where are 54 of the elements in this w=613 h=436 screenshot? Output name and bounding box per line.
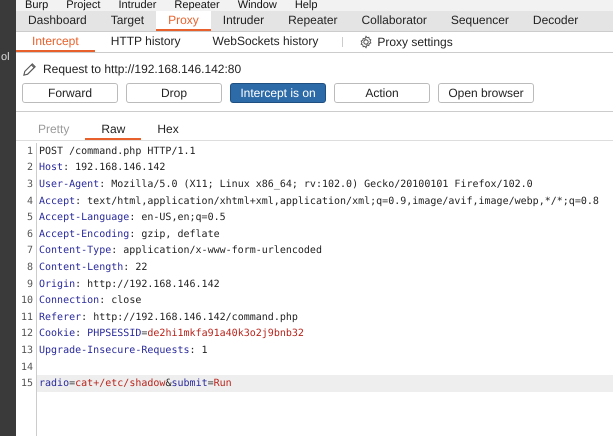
line-number: 6 — [16, 226, 37, 243]
code-line: Referer: http://192.168.146.142/command.php — [38, 310, 299, 325]
code-line: POST /command.php HTTP/1.1 — [38, 144, 197, 159]
line-number: 11 — [16, 308, 37, 326]
line-number: 7 — [16, 242, 37, 260]
code-line: Accept-Encoding: gzip, deflate — [38, 228, 221, 242]
proxy-sub-tab[interactable]: WebSockets history — [196, 32, 334, 52]
line-number: 8 — [16, 259, 37, 276]
line-number: 5 — [16, 209, 37, 226]
action-button[interactable]: Action — [334, 83, 430, 103]
menu-item[interactable]: Repeater — [174, 0, 220, 11]
code-line: Content-Type: application/x-www-form-urlencoded — [38, 244, 323, 258]
main-tab[interactable]: Intruder — [210, 11, 276, 31]
code-line: Content-Length: 22 — [38, 260, 148, 275]
request-target-text: Request to http://192.168.146.142:80 — [43, 61, 242, 78]
editor-tab[interactable]: Hex — [141, 120, 195, 140]
code-line: Cookie: PHPSESSID=de2hi1mkfa91a40k3o2j9bnb32 — [38, 327, 305, 342]
main-tab[interactable]: Target — [98, 11, 156, 31]
action-button[interactable]: Forward — [22, 83, 118, 103]
line-number: 10 — [16, 292, 37, 309]
line-number: 12 — [16, 326, 37, 342]
proxy-sub-tab[interactable]: HTTP history — [94, 32, 196, 52]
main-tab[interactable]: Dashboard — [16, 11, 99, 31]
line-number: 13 — [16, 342, 37, 359]
settings-icon — [359, 35, 374, 49]
action-button[interactable]: Intercept is on — [230, 83, 326, 103]
code-line: Connection: close — [38, 294, 142, 308]
action-button[interactable]: Open browser — [438, 83, 534, 103]
code-line: Host: 192.168.146.142 — [38, 161, 166, 176]
menu-item[interactable]: Intruder — [118, 0, 156, 11]
line-number: 3 — [16, 176, 37, 193]
menu-item[interactable]: Burp — [25, 0, 48, 11]
pencil-icon — [22, 62, 37, 76]
menu-item[interactable]: Help — [294, 0, 318, 11]
code-line: Accept-Language: en-US,en;q=0.5 — [38, 211, 227, 226]
line-number: 9 — [16, 276, 37, 292]
code-line: User-Agent: Mozilla/5.0 (X11; Linux x86_64; rv:102.0) Gecko/20100101 Firefox/102.0 — [38, 178, 534, 192]
code-line: Origin: http://192.168.146.142 — [38, 278, 221, 292]
line-number: 1 — [16, 143, 37, 160]
main-tab[interactable]: Sequencer — [438, 11, 521, 31]
menu-item[interactable]: Project — [66, 0, 100, 11]
proxy-settings-button[interactable]: Proxy settings — [351, 32, 461, 52]
main-tab[interactable]: Collaborator — [350, 11, 439, 31]
action-button[interactable]: Drop — [126, 83, 222, 103]
main-tab[interactable]: Decoder — [520, 11, 590, 31]
line-number: 14 — [16, 358, 37, 376]
code-line: Accept: text/html,application/xhtml+xml,application/xml;q=0.9,image/avif,image/webp,*/*;q=0.8 — [38, 194, 600, 209]
editor-tab[interactable]: Raw — [85, 120, 142, 140]
menu-item[interactable]: Window — [238, 0, 277, 11]
window-text-fragment: ol — [0, 52, 11, 63]
line-number: 4 — [16, 192, 37, 210]
line-number: 2 — [16, 160, 37, 176]
code-line: Upgrade-Insecure-Requests: 1 — [38, 344, 209, 358]
main-tab[interactable]: Repeater — [276, 11, 350, 31]
